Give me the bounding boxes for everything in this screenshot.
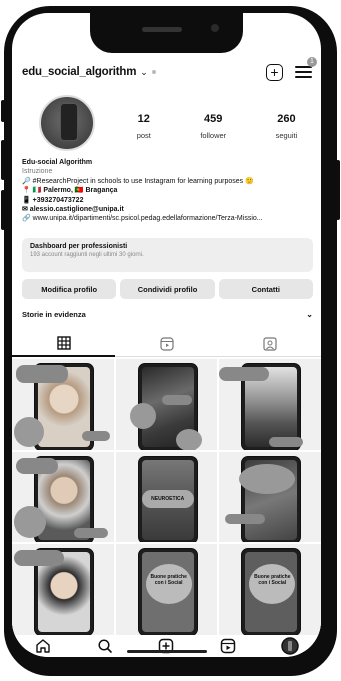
- phone-notch: [90, 13, 243, 53]
- phone-volume-down: [1, 190, 5, 230]
- bio-line: 📍 🇮🇹 Palermo, 🇵🇹 Bragança: [22, 187, 118, 195]
- bio-email[interactable]: ✉ alessio.castiglione@unipa.it: [22, 205, 317, 214]
- phone-silent-switch: [1, 100, 5, 122]
- phone-volume-up: [1, 140, 5, 180]
- post-thumbnail[interactable]: •••: [115, 359, 218, 450]
- home-icon[interactable]: [34, 637, 52, 655]
- instagram-profile-screen: edu_social_algorithm ⌄ + 1 12 post 459 fol…: [12, 13, 321, 657]
- tagged-icon: [262, 336, 277, 351]
- post-thumbnail[interactable]: Buone pratiche con i Social •••: [219, 544, 321, 635]
- share-profile-button[interactable]: Condividi profilo: [120, 279, 215, 299]
- hamburger-menu-icon[interactable]: 1: [295, 57, 317, 79]
- profile-actions: Modifica profilo Condividi profilo Conta…: [22, 279, 313, 299]
- create-plus-icon[interactable]: +: [266, 63, 283, 81]
- post-thumbnail[interactable]: Buone pratiche con i Social •••: [115, 544, 218, 635]
- notification-badge: 1: [307, 57, 317, 67]
- reels-icon[interactable]: [219, 637, 237, 655]
- posts-grid: ••• ••• ••• •••: [12, 359, 321, 635]
- edit-profile-button[interactable]: Modifica profilo: [22, 279, 117, 299]
- dashboard-title: Dashboard per professionisti: [30, 243, 128, 250]
- post-thumbnail[interactable]: •••: [219, 451, 321, 543]
- speaker: [142, 27, 182, 32]
- professional-dashboard[interactable]: Dashboard per professionisti 193 account…: [22, 238, 313, 272]
- post-thumbnail[interactable]: NEUROETICA •••: [115, 451, 218, 543]
- profile-icon[interactable]: [281, 637, 299, 655]
- profile-header: edu_social_algorithm ⌄ + 1: [22, 57, 317, 84]
- post-overlay-text: Buone pratiche con i Social: [150, 574, 187, 587]
- profile-stats: 12 post 459 follower 260 seguiti: [112, 113, 321, 143]
- bio-line: 📱 +393270473722: [22, 196, 84, 204]
- home-indicator: [127, 650, 207, 653]
- reels-icon: [159, 336, 174, 351]
- chevron-down-icon[interactable]: ⌄: [140, 67, 148, 78]
- front-camera: [211, 24, 219, 32]
- username[interactable]: edu_social_algorithm: [22, 66, 136, 78]
- highlights-row[interactable]: Storie in evidenza ⌄: [22, 310, 313, 319]
- highlights-label: Storie in evidenza: [22, 310, 86, 319]
- chevron-down-icon[interactable]: ⌄: [306, 310, 313, 319]
- bio-line: 🔎 #ResearchProject in schools to use Ins…: [22, 177, 254, 185]
- bottom-navigation: [12, 635, 321, 657]
- phone-power-button: [336, 160, 340, 220]
- post-thumbnail[interactable]: •••: [219, 359, 321, 450]
- stat-following[interactable]: 260 seguiti: [276, 113, 298, 143]
- contacts-button[interactable]: Contatti: [218, 279, 313, 299]
- stat-followers[interactable]: 459 follower: [200, 113, 226, 143]
- tab-grid[interactable]: [12, 331, 115, 357]
- post-thumbnail[interactable]: •••: [12, 544, 114, 635]
- grid-icon: [56, 336, 71, 350]
- post-thumbnail[interactable]: •••: [12, 451, 114, 543]
- post-overlay-text: Buone pratiche con i Social: [254, 574, 291, 587]
- post-overlay-text: NEUROETICA: [151, 495, 185, 502]
- avatar-phone-image: [60, 103, 78, 141]
- bio-link[interactable]: 🔗 www.unipa.it/dipartimenti/sc.psicol.pe…: [22, 214, 317, 223]
- profile-category: Istruzione: [22, 168, 53, 176]
- tab-tagged[interactable]: [218, 331, 321, 357]
- avatar[interactable]: [39, 95, 95, 151]
- profile-name: Edu-social Algorithm: [22, 159, 93, 166]
- post-thumbnail[interactable]: •••: [12, 359, 114, 450]
- profile-bio: Edu-social Algorithm Istruzione 🔎 #Resea…: [22, 158, 317, 224]
- profile-tabs: [12, 331, 321, 357]
- dashboard-subtitle: 193 account raggiunti negli ultimi 30 gi…: [30, 252, 144, 258]
- stat-posts[interactable]: 12 post: [137, 113, 151, 143]
- status-dot: [151, 70, 156, 74]
- search-icon[interactable]: [96, 637, 114, 655]
- tab-reels[interactable]: [115, 331, 218, 357]
